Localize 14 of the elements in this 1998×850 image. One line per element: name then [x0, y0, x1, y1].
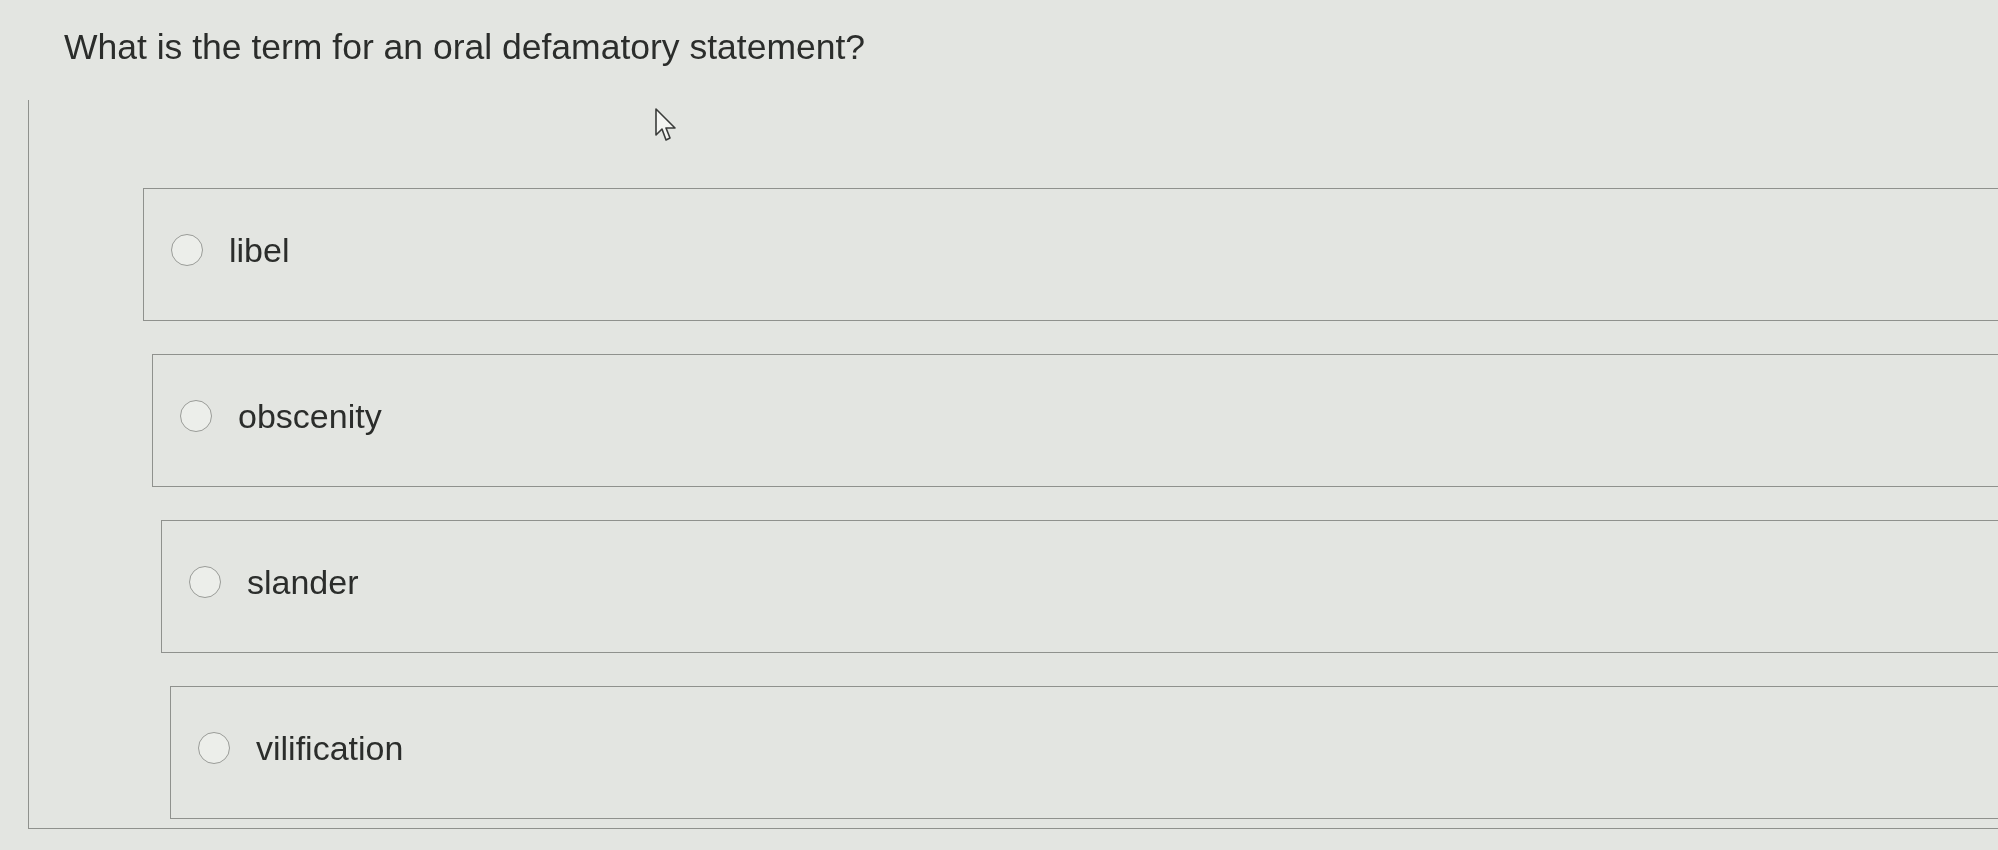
question-text: What is the term for an oral defamatory statement? — [64, 26, 867, 68]
answer-option[interactable]: obscenity — [152, 354, 1998, 487]
radio-button[interactable] — [180, 399, 212, 432]
option-label: vilification — [256, 727, 404, 769]
radio-button[interactable] — [171, 233, 203, 266]
mouse-pointer-icon — [655, 108, 677, 142]
answer-option[interactable]: vilification — [170, 686, 1998, 819]
answer-option[interactable]: libel — [143, 188, 1998, 321]
radio-button[interactable] — [189, 565, 221, 598]
option-label: libel — [229, 229, 290, 271]
radio-button[interactable] — [198, 731, 230, 764]
option-label: obscenity — [238, 395, 382, 437]
option-label: slander — [247, 561, 359, 603]
answer-option[interactable]: slander — [161, 520, 1998, 653]
